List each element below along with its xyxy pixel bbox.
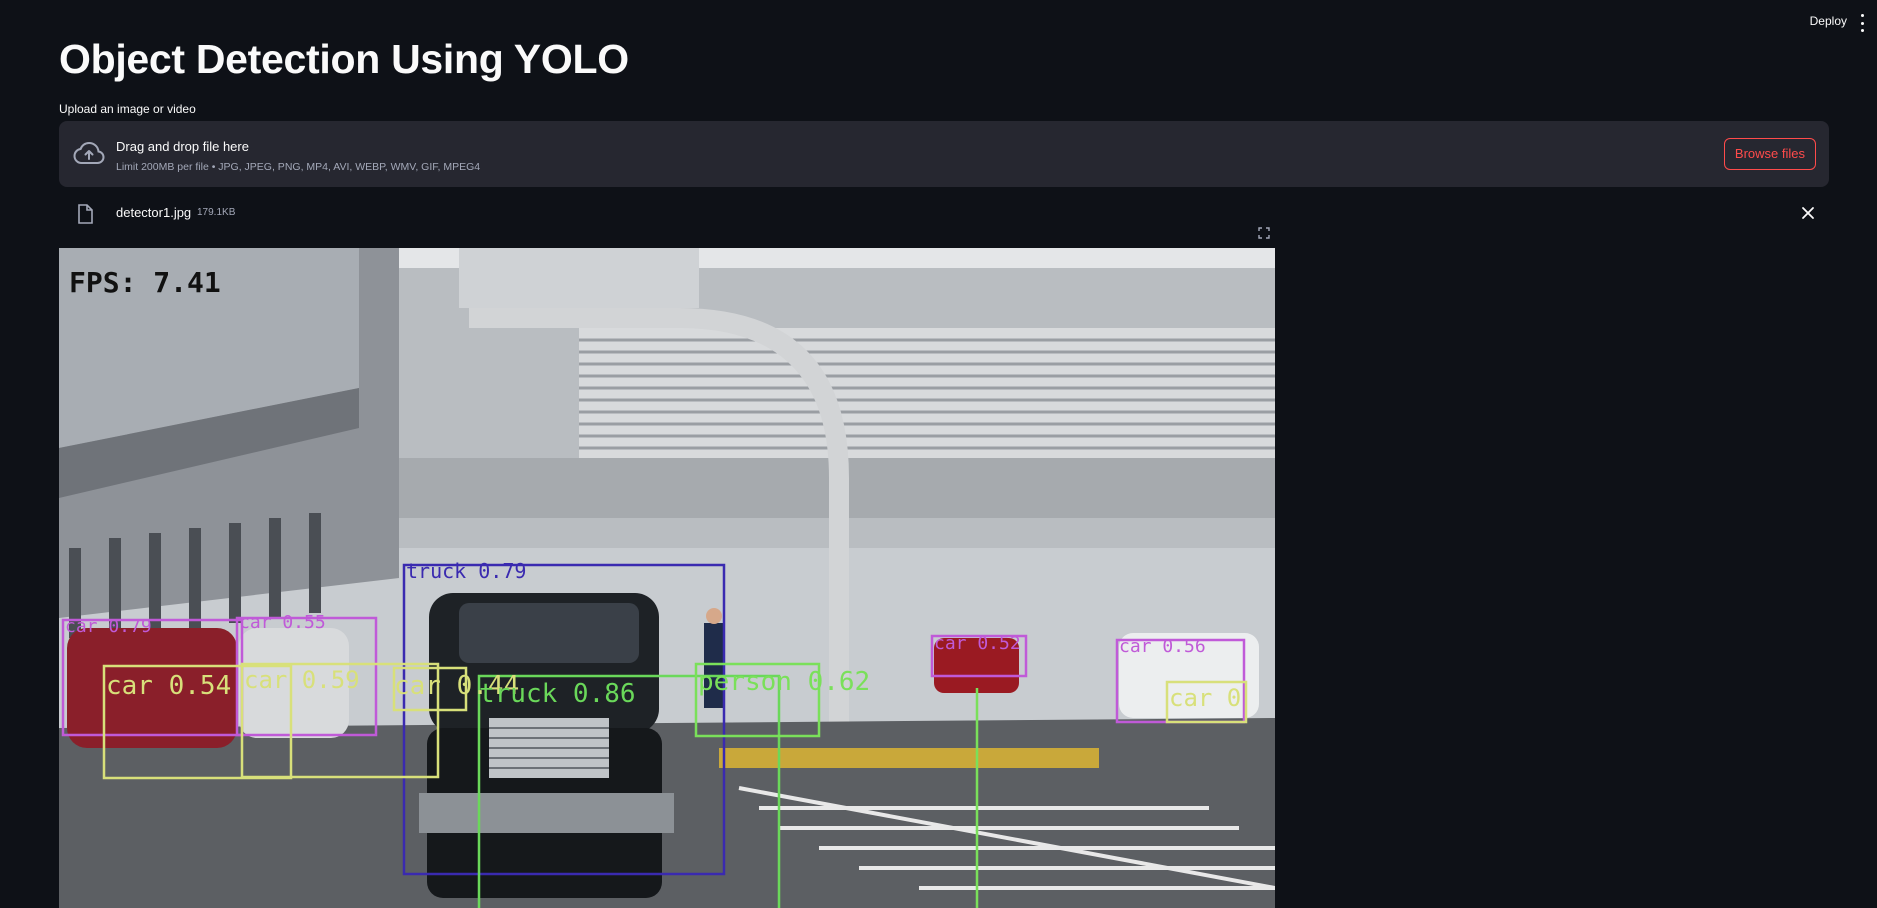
browse-files-button[interactable]: Browse files [1723, 138, 1816, 170]
detection-label: truck 0.79 [406, 559, 526, 583]
dropzone-limit-text: Limit 200MB per file • JPG, JPEG, PNG, M… [116, 161, 481, 173]
file-icon [78, 204, 93, 224]
detection-label: person 0.62 [698, 667, 870, 697]
page-title: Object Detection Using YOLO [59, 36, 629, 82]
close-icon[interactable] [1801, 206, 1815, 220]
fps-counter: FPS: 7.41 [69, 266, 221, 299]
detection-label: car 0.54 [106, 671, 231, 701]
more-vertical-icon[interactable] [1855, 14, 1869, 32]
deploy-button[interactable]: Deploy [1810, 14, 1847, 28]
uploaded-file-row: detector1.jpg 179.1KB [59, 196, 1829, 232]
uploaded-file-name: detector1.jpg [116, 205, 192, 220]
detection-label: car 0.55 [239, 612, 326, 633]
detection-image: FPS: 7.41 truck 0.79 car 0.79 car 0.55 c… [59, 248, 1275, 908]
cloud-upload-icon [73, 141, 105, 164]
detection-label: car 0 [1169, 684, 1241, 712]
detection-scene: FPS: 7.41 truck 0.79 car 0.79 car 0.55 c… [59, 248, 1275, 908]
detection-label: car 0.52 [934, 633, 1021, 654]
detection-label: car 0.59 [244, 666, 360, 694]
uploaded-file-size: 179.1KB [197, 207, 236, 218]
dropzone-title: Drag and drop file here [116, 139, 249, 154]
fullscreen-icon[interactable] [1258, 227, 1270, 239]
detection-label: car 0.56 [1119, 636, 1206, 657]
detection-label: car 0.79 [65, 616, 152, 637]
detection-label: truck 0.86 [479, 679, 636, 709]
uploader-label: Upload an image or video [59, 102, 196, 116]
file-dropzone[interactable]: Drag and drop file here Limit 200MB per … [59, 121, 1829, 187]
